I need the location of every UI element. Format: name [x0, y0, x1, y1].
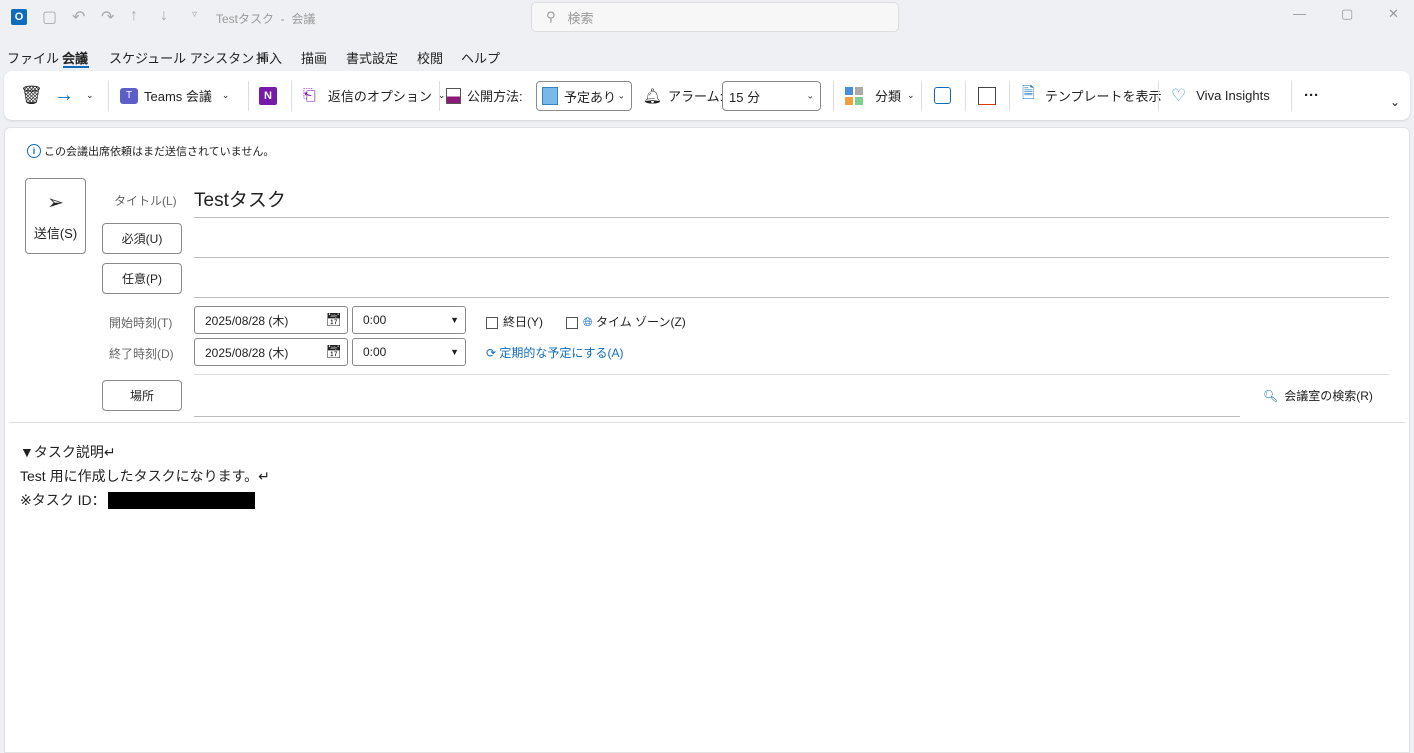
location-button[interactable]: 場所 [102, 380, 182, 411]
alarm-select[interactable]: 15 分 ⌄ [722, 81, 821, 111]
customize-qat-icon[interactable]: ▿ [192, 9, 197, 20]
reply-options-button[interactable]: ⎗ 返信のオプション ⌄ [303, 71, 445, 120]
view-templates-button[interactable]: 🗎︎ テンプレートを表示 [1022, 71, 1162, 120]
chevron-down-icon: ⌄ [907, 90, 915, 100]
chevron-down-icon: ⌄ [86, 90, 94, 100]
body-line: Test 用に作成したタスクになります。↵ [20, 468, 270, 484]
forward-button[interactable]: → ⌄ [54, 71, 94, 120]
active-tab-indicator [63, 66, 89, 68]
apps-button[interactable] [934, 71, 951, 120]
tab-file[interactable]: ファイル [7, 48, 59, 67]
dropdown-arrow-icon: ▼ [450, 315, 459, 325]
start-time-label: 開始時刻(T) [109, 316, 173, 330]
make-recurring-link[interactable]: ⟳ 定期的な予定にする(A) [486, 344, 624, 361]
info-icon: i [27, 144, 41, 158]
maximize-button[interactable]: ▢ [1341, 6, 1353, 22]
body-line: ※タスク ID： [20, 492, 106, 508]
outlook-logo-icon: O [11, 9, 27, 25]
meeting-form: i この会議出席依頼はまだ送信されていません。 ➢ 送信(S) タイトル(L) … [4, 127, 1410, 753]
start-time-select[interactable]: 0:00 ▼ [352, 306, 466, 334]
tab-scheduling-assistant[interactable]: スケジュール アシスタント [109, 48, 267, 67]
room-search-icon: 🔍︎ [1263, 388, 1279, 403]
chevron-down-icon: ⌄ [617, 90, 625, 101]
show-as-select[interactable]: 予定あり ⌄ [536, 81, 632, 111]
end-date-picker[interactable]: 2025/08/28 (木) 📅︎ [194, 338, 348, 366]
title-label: タイトル(L) [114, 194, 177, 208]
send-icon: ➢ [47, 192, 64, 214]
required-attendees-button[interactable]: 必須(U) [102, 223, 182, 254]
chevron-down-icon: ⌄ [221, 90, 230, 100]
show-as-icon [446, 87, 461, 104]
busy-color-swatch [542, 87, 558, 105]
tab-help[interactable]: ヘルプ [461, 48, 500, 67]
globe-icon: 🌐︎ [583, 315, 593, 329]
onenote-icon: N [259, 86, 277, 105]
viva-insights-button[interactable]: ♡ Viva Insights [1171, 71, 1270, 120]
ribbon: 🗑 → ⌄ T Teams 会議 ⌄ N ⎗ 返信のオプション ⌄ 公開方法: 予定あり ⌄… [4, 71, 1410, 120]
window-title: Testタスク - 会議 [216, 12, 316, 26]
delete-button[interactable]: 🗑 [20, 71, 43, 120]
categorize-icon [845, 86, 863, 105]
up-arrow-icon[interactable]: ↑ [130, 7, 138, 25]
viva-insights-icon: ♡ [1171, 85, 1187, 105]
template-icon: 🗎︎ [1022, 85, 1035, 102]
body-line: ▼タスク説明↵ [20, 444, 116, 460]
calendar-icon[interactable]: 📅︎ [325, 344, 342, 360]
end-time-select[interactable]: 0:00 ▼ [352, 338, 466, 366]
tab-insert[interactable]: 挿入 [256, 48, 282, 67]
undo-icon[interactable]: ↶ [72, 7, 85, 27]
calendar-icon[interactable]: 📅︎ [325, 312, 342, 328]
teams-meeting-button[interactable]: T Teams 会議 ⌄ [120, 71, 229, 120]
optional-attendees-button[interactable]: 任意(P) [102, 263, 182, 294]
forward-arrow-icon: → [54, 84, 74, 106]
title-input[interactable]: Testタスク [194, 185, 286, 212]
bell-icon: 🔔︎ [643, 87, 663, 105]
all-day-checkbox[interactable]: 終日(Y) [486, 313, 543, 330]
tab-meeting[interactable]: 会議 [62, 48, 88, 67]
start-date-picker[interactable]: 2025/08/28 (木) 📅︎ [194, 306, 348, 334]
teams-icon: T [120, 87, 138, 104]
location-input[interactable] [194, 381, 1240, 416]
calendar-chart-icon [978, 86, 996, 105]
trash-icon: 🗑 [20, 85, 43, 105]
recurring-icon: ⟳ [486, 346, 497, 360]
required-attendees-input[interactable] [194, 224, 1389, 257]
search-icon: ⚲ [546, 9, 556, 24]
dropdown-arrow-icon: ▼ [450, 347, 459, 357]
redacted-block [107, 491, 255, 509]
onenote-button[interactable]: N [259, 71, 277, 120]
save-icon[interactable]: ▢ [42, 7, 57, 27]
more-options-button[interactable]: ··· [1304, 71, 1319, 120]
time-zone-checkbox[interactable]: 🌐︎ タイム ゾーン(Z) [566, 313, 686, 330]
minimize-button[interactable]: — [1293, 6, 1306, 21]
categorize-button[interactable]: 分類 ⌄ [845, 71, 915, 120]
scheduling-poll-button[interactable] [978, 71, 996, 120]
send-button[interactable]: ➢ 送信(S) [25, 178, 86, 254]
ribbon-expand-chevron-icon[interactable]: ⌄ [1390, 95, 1400, 109]
tab-review[interactable]: 校閲 [417, 48, 443, 67]
apps-grid-icon [934, 87, 951, 104]
down-arrow-icon[interactable]: ↓ [160, 7, 168, 25]
message-body[interactable]: ▼タスク説明↵ Test 用に作成したタスクになります。↵ ※タスク ID： [20, 440, 1390, 740]
optional-attendees-input[interactable] [194, 264, 1389, 297]
info-banner: この会議出席依頼はまだ送信されていません。 [44, 146, 275, 158]
close-button[interactable]: ✕ [1388, 6, 1399, 22]
reply-options-icon: ⎗ [303, 86, 316, 104]
tab-draw[interactable]: 描画 [301, 48, 327, 67]
search-input[interactable]: ⚲ 検索 [531, 2, 899, 32]
chevron-down-icon: ⌄ [806, 90, 814, 101]
redo-icon[interactable]: ↷ [101, 7, 114, 27]
room-finder-button[interactable]: 🔍︎ 会議室の検索(R) [1263, 387, 1373, 404]
tab-format[interactable]: 書式設定 [346, 48, 398, 67]
end-time-label: 終了時刻(D) [109, 347, 174, 361]
